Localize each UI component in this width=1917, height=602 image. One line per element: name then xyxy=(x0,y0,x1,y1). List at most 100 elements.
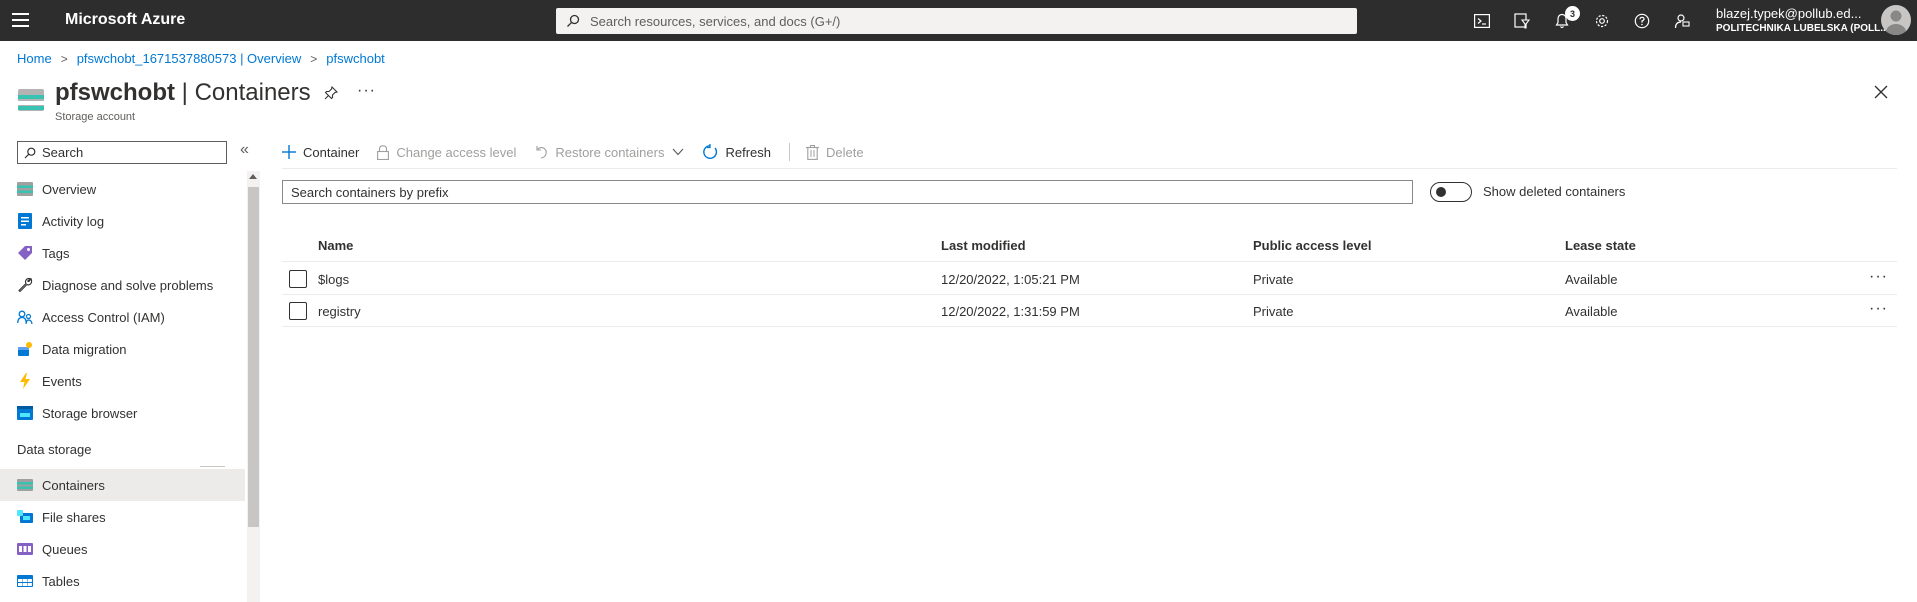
sidebar-item-activity-log[interactable]: Activity log xyxy=(0,205,245,237)
container-prefix-search[interactable] xyxy=(282,180,1413,204)
restore-containers-label: Restore containers xyxy=(555,144,665,160)
collapse-sidebar-button[interactable]: « xyxy=(240,141,249,159)
wrench-icon xyxy=(17,277,33,293)
toolbar-separator xyxy=(789,143,790,161)
lock-icon xyxy=(377,144,390,160)
undo-icon xyxy=(534,145,548,159)
sidebar-scrollbar-thumb[interactable] xyxy=(248,187,259,527)
page-subtitle: Storage account xyxy=(55,111,136,123)
data-migration-icon xyxy=(17,341,33,357)
container-name[interactable]: $logs xyxy=(318,272,349,287)
toggle-knob xyxy=(1436,187,1446,197)
breadcrumb-storage-account[interactable]: pfswchobt xyxy=(326,51,385,66)
activity-log-icon xyxy=(17,213,33,229)
column-header-last-modified[interactable]: Last modified xyxy=(941,238,1026,253)
sidebar-item-file-shares[interactable]: File shares xyxy=(0,501,245,533)
sidebar-item-label: Tables xyxy=(42,573,80,589)
search-icon xyxy=(567,14,580,27)
pin-icon[interactable] xyxy=(324,86,338,100)
sidebar-item-label: Diagnose and solve problems xyxy=(42,277,214,293)
breadcrumb-overview[interactable]: pfswchobt_1671537880573 | Overview xyxy=(77,51,302,66)
restore-containers-button[interactable]: Restore containers xyxy=(534,145,684,160)
sidebar-item-queues[interactable]: Queues xyxy=(0,533,245,565)
feedback-icon[interactable] xyxy=(1662,8,1702,34)
sidebar-item-diagnose[interactable]: Diagnose and solve problems xyxy=(0,269,245,301)
trash-icon xyxy=(806,144,819,160)
row-more-button[interactable]: ··· xyxy=(1869,268,1888,286)
toolbar-divider xyxy=(282,168,1897,169)
change-access-level-button[interactable]: Change access level xyxy=(377,145,516,160)
close-icon[interactable] xyxy=(1874,85,1888,99)
container-name[interactable]: registry xyxy=(318,304,361,319)
last-modified: 12/20/2022, 1:05:21 PM xyxy=(941,272,1080,287)
public-access-level: Private xyxy=(1253,272,1294,287)
sidebar-item-tags[interactable]: Tags xyxy=(0,237,245,269)
sidebar-section-title: Data storage xyxy=(17,441,92,457)
search-icon xyxy=(24,147,36,158)
people-icon xyxy=(17,309,33,325)
row-checkbox[interactable] xyxy=(289,270,307,288)
sidebar-search-box[interactable] xyxy=(17,141,227,164)
chevron-down-icon xyxy=(672,148,684,156)
sidebar-item-overview[interactable]: Overview xyxy=(0,173,245,205)
breadcrumb: Home > pfswchobt_1671537880573 | Overvie… xyxy=(17,51,385,66)
global-search-input[interactable] xyxy=(590,13,1290,29)
change-access-level-label: Change access level xyxy=(396,144,517,160)
sidebar-item-label: Events xyxy=(42,373,82,389)
notifications-icon[interactable]: 3 xyxy=(1542,6,1582,34)
sidebar-item-data-migration[interactable]: Data migration xyxy=(0,333,245,365)
add-container-label: Container xyxy=(303,144,360,160)
sidebar-item-label: Tags xyxy=(42,245,70,261)
sidebar-search-input[interactable] xyxy=(42,145,222,160)
sidebar-item-label: File shares xyxy=(42,509,106,525)
sidebar-item-label: Queues xyxy=(42,541,88,557)
column-header-name[interactable]: Name xyxy=(318,238,353,253)
queues-icon xyxy=(17,541,33,557)
storage-account-icon xyxy=(18,89,44,111)
scroll-up-arrow-icon[interactable] xyxy=(249,174,257,179)
account-org: POLITECHNIKA LUBELSKA (POLL... xyxy=(1716,23,1889,34)
more-actions-button[interactable]: ··· xyxy=(357,82,376,100)
table-header: Name Last modified Public access level L… xyxy=(282,236,1897,262)
lease-state: Available xyxy=(1565,272,1618,287)
brand-title[interactable]: Microsoft Azure xyxy=(65,11,185,29)
sidebar-item-tables[interactable]: Tables xyxy=(0,565,245,597)
add-container-button[interactable]: Container xyxy=(282,145,359,160)
delete-button[interactable]: Delete xyxy=(806,144,864,160)
sidebar-item-events[interactable]: Events xyxy=(0,365,245,397)
account-menu[interactable]: blazej.typek@pollub.ed... POLITECHNIKA L… xyxy=(1716,6,1889,34)
sidebar-item-storage-browser[interactable]: Storage browser xyxy=(0,397,245,429)
row-checkbox[interactable] xyxy=(289,302,307,320)
account-email: blazej.typek@pollub.ed... xyxy=(1716,6,1862,21)
sidebar-item-containers[interactable]: Containers xyxy=(0,469,245,501)
sidebar-nav: Overview Activity log Tags Diagnose and … xyxy=(0,173,245,597)
sidebar-item-label: Overview xyxy=(42,181,97,197)
tables-icon xyxy=(17,573,33,589)
lease-state: Available xyxy=(1565,304,1618,319)
page-title-suffix: | Containers xyxy=(175,79,311,106)
show-deleted-toggle[interactable] xyxy=(1430,182,1472,202)
row-more-button[interactable]: ··· xyxy=(1869,300,1888,318)
chevron-right-icon: > xyxy=(310,51,318,66)
column-header-lease-state[interactable]: Lease state xyxy=(1565,238,1636,253)
last-modified: 12/20/2022, 1:31:59 PM xyxy=(941,304,1080,319)
resource-name: pfswchobt xyxy=(55,79,175,106)
help-icon[interactable] xyxy=(1622,8,1662,34)
command-bar: Container Change access level Restore co… xyxy=(282,140,882,164)
avatar[interactable] xyxy=(1881,5,1911,35)
settings-icon[interactable] xyxy=(1582,8,1622,34)
breadcrumb-home[interactable]: Home xyxy=(17,51,52,66)
table-row[interactable]: $logs 12/20/2022, 1:05:21 PM Private Ava… xyxy=(282,263,1897,295)
portal-menu-icon[interactable] xyxy=(12,13,29,27)
refresh-button[interactable]: Refresh xyxy=(702,144,771,160)
sidebar-item-access-control[interactable]: Access Control (IAM) xyxy=(0,301,245,333)
sidebar-item-label: Storage browser xyxy=(42,405,138,421)
page-title: pfswchobt | Containers xyxy=(55,79,311,107)
table-row[interactable]: registry 12/20/2022, 1:31:59 PM Private … xyxy=(282,295,1897,327)
global-search-box[interactable] xyxy=(556,8,1357,34)
container-prefix-input[interactable] xyxy=(291,184,1391,200)
sidebar-item-label: Containers xyxy=(42,477,105,493)
column-header-access-level[interactable]: Public access level xyxy=(1253,238,1372,253)
cloud-shell-icon[interactable] xyxy=(1462,8,1502,34)
directory-filter-icon[interactable] xyxy=(1502,8,1542,34)
